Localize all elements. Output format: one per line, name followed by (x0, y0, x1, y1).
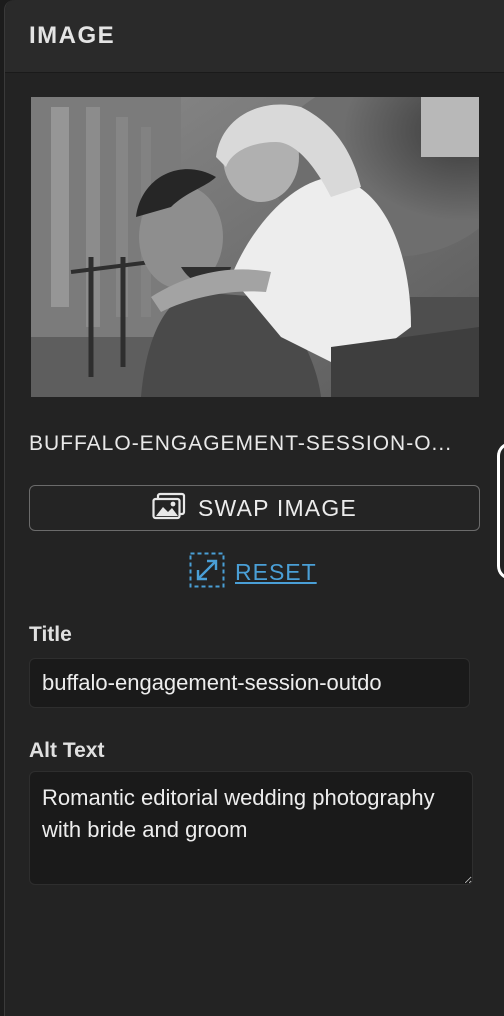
title-field-label: Title (29, 623, 72, 646)
panel-header: IMAGE (5, 0, 504, 73)
image-filename: BUFFALO-ENGAGEMENT-SESSION-O... (29, 432, 453, 455)
image-preview[interactable] (31, 97, 479, 397)
reset-label: RESET (235, 559, 317, 585)
photo-preview-graphic (31, 97, 479, 397)
image-settings-panel: IMAGE BUFFALO-ENGAGEMENT-SESSION-O... SW… (4, 0, 504, 1016)
reset-button[interactable]: RESET (189, 552, 317, 593)
alt-text-field-label: Alt Text (29, 739, 105, 762)
expand-icon (189, 552, 225, 593)
title-input[interactable] (29, 658, 470, 708)
adjacent-panel-edge (497, 442, 504, 580)
alt-text-textarea[interactable]: Romantic editorial wedding photography w… (29, 771, 473, 885)
swap-image-label: SWAP IMAGE (198, 494, 357, 521)
swap-image-button[interactable]: SWAP IMAGE (29, 485, 480, 531)
panel-title: IMAGE (29, 22, 116, 49)
image-icon (152, 492, 186, 525)
